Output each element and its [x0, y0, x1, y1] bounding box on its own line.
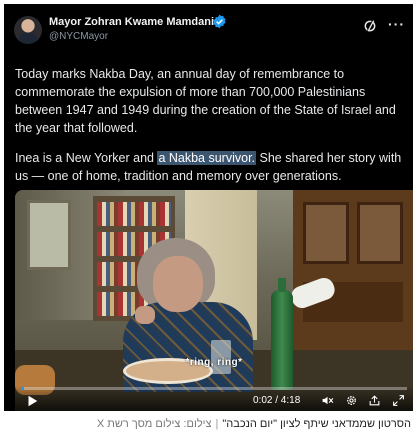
share-icon[interactable]	[368, 394, 381, 407]
verified-badge-icon	[213, 14, 226, 29]
caption-separator: |	[215, 418, 219, 430]
video-frame-person-face	[153, 256, 203, 312]
tweet-text-paragraph-1: Today marks Nakba Day, an annual day of …	[15, 67, 396, 135]
screenshot-frame: Mayor Zohran Kwame Mamdani @NYCMayor ···…	[0, 0, 417, 442]
video-controls: 0:02 / 4:18	[15, 386, 413, 411]
cabinet-glass	[303, 202, 349, 264]
video-frame-person-hand	[135, 306, 155, 324]
tweet-card: Mayor Zohran Kwame Mamdani @NYCMayor ···…	[4, 4, 413, 411]
author-handle[interactable]: @NYCMayor	[49, 31, 108, 42]
photo-credit: צילום: צילום מסך רשת X	[96, 418, 212, 430]
progress-fill	[21, 387, 25, 390]
video-frame-window	[27, 200, 71, 270]
video-player[interactable]: *ring, ring* 0:02 / 4:18	[15, 190, 413, 411]
play-icon[interactable]	[25, 394, 39, 408]
author-name[interactable]: Mayor Zohran Kwame Mamdani	[49, 16, 214, 28]
tweet-text-paragraph-2: Inea is a New Yorker and a Nakba survivo…	[15, 149, 411, 185]
mute-icon[interactable]	[321, 394, 334, 407]
video-frame-cabinet	[293, 190, 413, 350]
more-options-icon[interactable]: ···	[388, 16, 405, 32]
para2-text-start: Inea is a New Yorker and	[15, 151, 158, 165]
book-row	[97, 202, 171, 226]
video-time: 0:02 / 4:18	[253, 395, 301, 406]
grok-icon[interactable]	[362, 18, 378, 34]
caption-text: הסרטון שממדאני שיתף לציון "יום הנכבה"	[222, 418, 411, 430]
image-caption: הסרטון שממדאני שיתף לציון "יום הנכבה"|צי…	[6, 418, 411, 430]
video-frame-bottle	[271, 278, 293, 390]
video-subtitle: *ring, ring*	[185, 357, 243, 368]
settings-icon[interactable]	[345, 394, 358, 407]
progress-bar[interactable]	[21, 387, 407, 390]
highlighted-text: a Nakba survivor.	[157, 151, 257, 165]
avatar[interactable]	[14, 16, 42, 44]
cabinet-glass	[357, 202, 403, 264]
tweet-header: Mayor Zohran Kwame Mamdani @NYCMayor ···	[4, 4, 413, 50]
fullscreen-icon[interactable]	[392, 394, 405, 407]
